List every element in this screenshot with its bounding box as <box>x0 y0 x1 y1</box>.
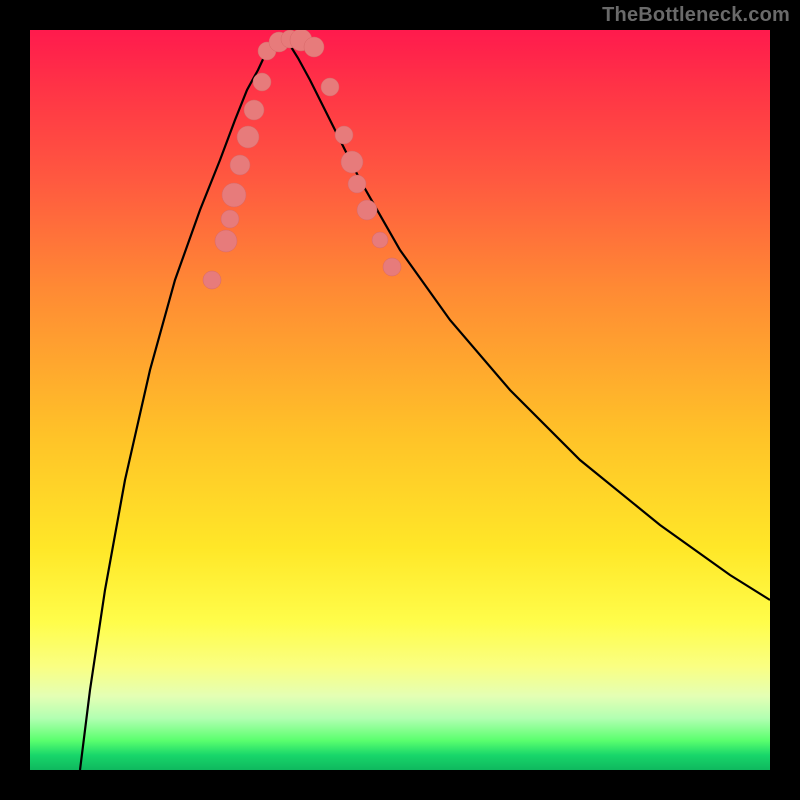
marker-dot <box>244 100 264 120</box>
marker-dot <box>348 175 366 193</box>
chart-svg <box>30 30 770 770</box>
marker-dot <box>222 183 246 207</box>
marker-dot <box>253 73 271 91</box>
marker-dot <box>335 126 353 144</box>
marker-dot <box>304 37 324 57</box>
marker-dot <box>357 200 377 220</box>
marker-dot <box>383 258 401 276</box>
marker-dot <box>341 151 363 173</box>
watermark-text: TheBottleneck.com <box>602 4 790 27</box>
right-curve <box>280 33 770 600</box>
marker-dot <box>372 232 388 248</box>
marker-dot <box>237 126 259 148</box>
chart-plot-area <box>30 30 770 770</box>
outer-frame: TheBottleneck.com <box>0 0 800 800</box>
marker-dot <box>215 230 237 252</box>
marker-dot <box>321 78 339 96</box>
marker-dot <box>203 271 221 289</box>
marker-dot <box>230 155 250 175</box>
marker-group <box>203 30 401 289</box>
marker-dot <box>221 210 239 228</box>
